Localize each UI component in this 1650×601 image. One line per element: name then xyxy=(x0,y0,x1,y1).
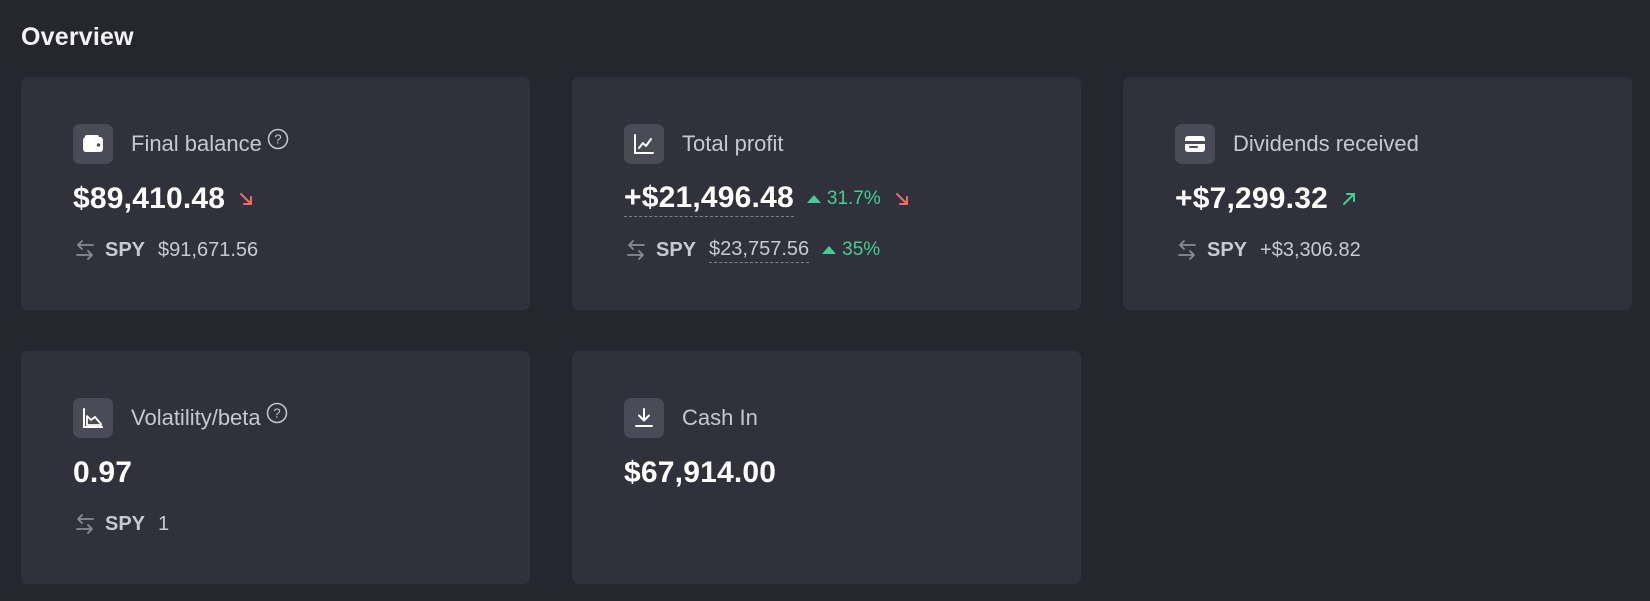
compare-label: SPY xyxy=(1207,238,1248,261)
section-title: Overview xyxy=(21,23,134,51)
compare-change-value: 35% xyxy=(842,239,881,260)
download-icon xyxy=(624,398,664,438)
compare-value[interactable]: $23,757.56 xyxy=(709,238,810,263)
comparison-row: SPY 1 xyxy=(75,509,169,539)
compare-arrows-icon xyxy=(75,238,95,262)
trend-down-icon xyxy=(237,190,255,208)
card-icon xyxy=(1175,124,1215,164)
cash-in-card: Cash In $67,914.00 xyxy=(572,351,1081,584)
compare-value: +$3,306.82 xyxy=(1260,238,1361,261)
card-value: $89,410.48 xyxy=(73,182,226,215)
compare-label: SPY xyxy=(105,238,146,261)
card-title: Cash In xyxy=(682,405,758,430)
comparison-row: SPY +$3,306.82 xyxy=(1177,235,1361,265)
help-icon[interactable]: ? xyxy=(267,128,289,150)
compare-arrows-icon xyxy=(75,512,95,536)
svg-text:?: ? xyxy=(274,132,281,147)
area-chart-icon xyxy=(73,398,113,438)
card-title: Volatility/beta xyxy=(131,405,261,430)
trend-up-icon xyxy=(1340,190,1358,208)
value-row: +$7,299.32 xyxy=(1175,181,1358,217)
card-title: Total profit xyxy=(682,131,784,156)
wallet-icon xyxy=(73,124,113,164)
total-profit-card: Total profit +$21,496.48 31.7% SPY $23,7… xyxy=(572,77,1081,310)
value-row: 0.97 xyxy=(73,455,132,491)
card-title: Dividends received xyxy=(1233,131,1419,156)
compare-value: $91,671.56 xyxy=(158,238,259,261)
card-value: +$7,299.32 xyxy=(1175,182,1328,215)
final-balance-card: Final balance ? $89,410.48 SPY $91,671.5… xyxy=(21,77,530,310)
line-chart-icon xyxy=(624,124,664,164)
caret-up-icon xyxy=(822,246,837,254)
card-value[interactable]: +$21,496.48 xyxy=(624,181,794,217)
compare-arrows-icon xyxy=(626,238,646,262)
compare-arrows-icon xyxy=(1177,238,1197,262)
card-header: Cash In xyxy=(624,398,758,438)
compare-value: 1 xyxy=(158,512,170,535)
compare-label: SPY xyxy=(105,512,146,535)
comparison-row: SPY $23,757.56 35% xyxy=(626,235,880,265)
volatility-card: Volatility/beta ? 0.97 SPY 1 xyxy=(21,351,530,584)
value-row: $67,914.00 xyxy=(624,455,776,491)
help-icon[interactable]: ? xyxy=(266,402,288,424)
compare-label: SPY xyxy=(656,238,697,261)
dividends-card: Dividends received +$7,299.32 SPY +$3,30… xyxy=(1123,77,1632,310)
card-header: Final balance ? xyxy=(73,124,289,164)
value-row: $89,410.48 xyxy=(73,181,255,217)
comparison-row: SPY $91,671.56 xyxy=(75,235,258,265)
change-value: 31.7% xyxy=(826,188,881,209)
card-value: 0.97 xyxy=(73,456,133,489)
card-header: Dividends received xyxy=(1175,124,1419,164)
card-header: Volatility/beta ? xyxy=(73,398,288,438)
card-header: Total profit xyxy=(624,124,784,164)
card-value: $67,914.00 xyxy=(624,456,777,489)
svg-text:?: ? xyxy=(273,406,280,421)
caret-up-icon xyxy=(806,195,821,203)
trend-down-icon xyxy=(893,190,911,208)
compare-change-badge: 35% xyxy=(821,239,880,261)
change-badge: 31.7% xyxy=(806,188,881,210)
value-row: +$21,496.48 31.7% xyxy=(624,181,911,217)
card-title: Final balance xyxy=(131,131,262,156)
